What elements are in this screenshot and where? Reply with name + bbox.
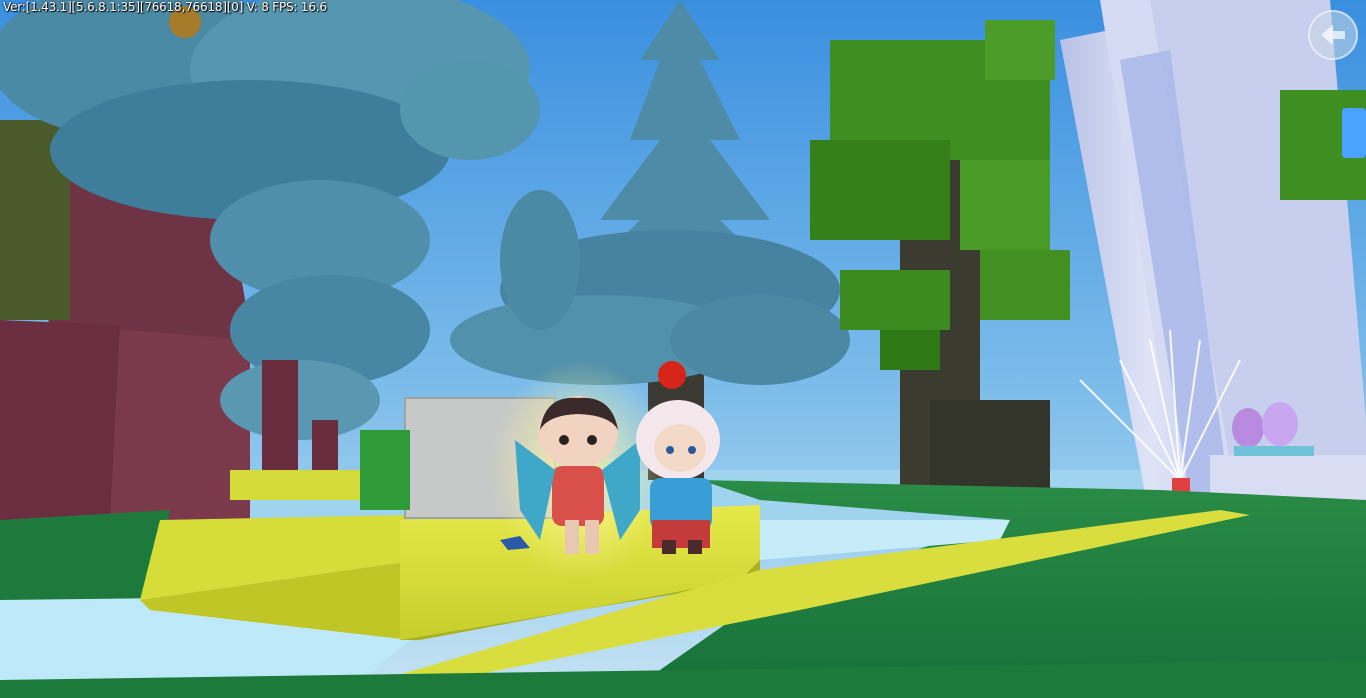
back-arrow-icon — [1321, 25, 1345, 45]
debug-info-text: Ver:[1.43.1][5.6.8.1:35][76618,76618][0]… — [3, 0, 327, 14]
left-thin-trunk — [262, 360, 298, 480]
game-world-scene — [0, 0, 1366, 698]
green-block-small — [360, 430, 410, 510]
lantern — [1342, 108, 1366, 158]
back-button[interactable] — [1308, 10, 1358, 60]
game-viewport[interactable]: Ver:[1.43.1][5.6.8.1:35][76618,76618][0]… — [0, 0, 1366, 698]
